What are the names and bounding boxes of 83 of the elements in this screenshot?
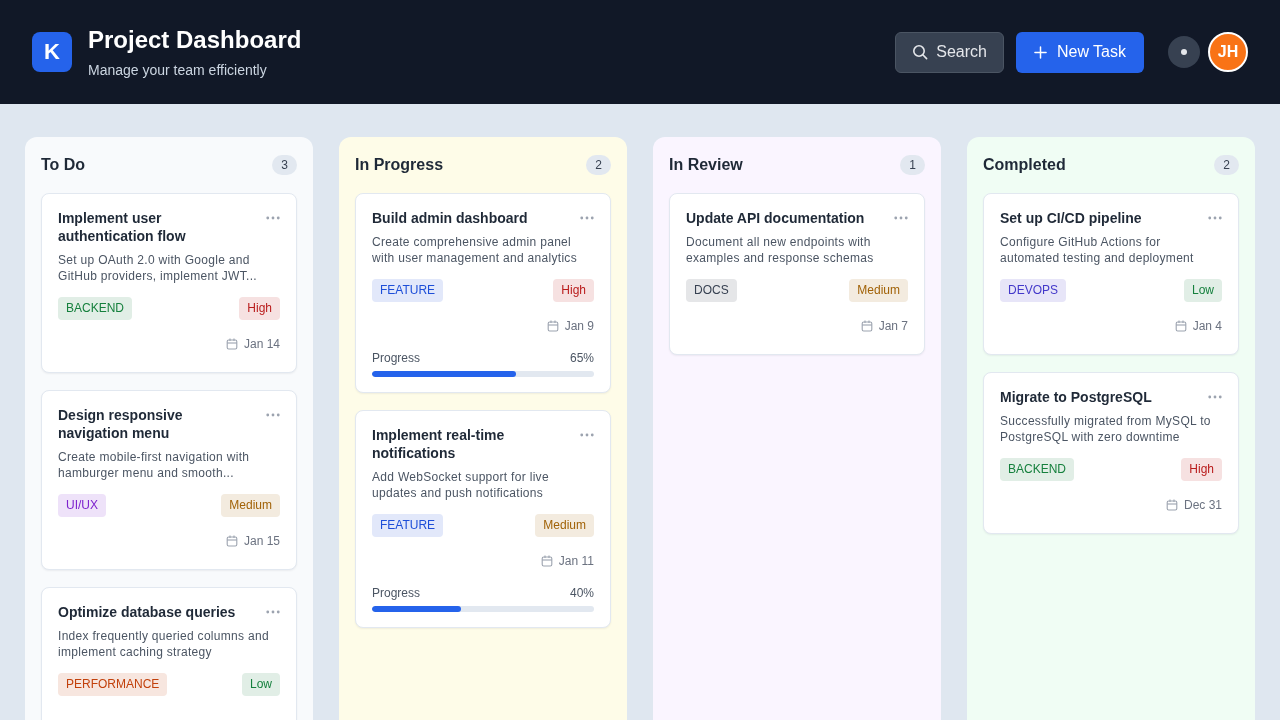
dot-icon xyxy=(1181,49,1187,55)
category-tag: DEVOPS xyxy=(1000,279,1066,302)
column-title: In Review xyxy=(669,156,743,174)
task-description: Add WebSocket support for live updates and push notifications xyxy=(372,469,550,501)
calendar-icon xyxy=(225,338,238,350)
priority-tag: Low xyxy=(1184,279,1222,302)
calendar-icon xyxy=(1174,320,1187,332)
more-icon[interactable] xyxy=(266,413,280,417)
search-button[interactable]: Search xyxy=(895,31,1004,73)
progress-label: Progress xyxy=(372,585,421,601)
calendar-icon xyxy=(546,320,559,332)
due-date: Jan 4 xyxy=(1192,318,1222,335)
priority-tag: Medium xyxy=(221,494,280,517)
task-title: Build admin dashboard xyxy=(372,209,529,227)
priority-tag: Medium xyxy=(535,514,594,537)
task-description: Create comprehensive admin panel with user management and analytics xyxy=(372,234,578,266)
task-description: Successfully migrated from MySQL to PostgreSQL with zero downtime xyxy=(1000,413,1212,445)
category-tag: UI/UX xyxy=(58,494,106,517)
category-tag: PERFORMANCE xyxy=(58,673,168,696)
task-description: Index frequently queried columns and implement caching strategy xyxy=(58,628,270,660)
search-icon xyxy=(912,44,929,60)
due-date: Jan 15 xyxy=(243,533,280,550)
priority-tag: High xyxy=(239,297,280,320)
category-tag: FEATURE xyxy=(372,279,444,302)
app-logo: K xyxy=(32,32,72,72)
task-title: Update API documentation xyxy=(686,209,866,227)
category-tag: FEATURE xyxy=(372,514,444,537)
calendar-icon xyxy=(225,535,238,547)
due-date: Jan 14 xyxy=(243,336,280,353)
category-tag: BACKEND xyxy=(58,297,132,320)
plus-icon xyxy=(1033,45,1047,59)
due-date: Jan 7 xyxy=(878,318,908,335)
progress-value: 40% xyxy=(569,585,594,601)
priority-tag: High xyxy=(1181,458,1222,481)
column-count: 1 xyxy=(900,155,925,175)
task-description: Document all new endpoints with examples and response schemas xyxy=(686,234,875,266)
more-icon[interactable] xyxy=(1208,395,1222,399)
priority-tag: Low xyxy=(242,673,280,696)
task-card[interactable]: Migrate to PostgreSQL Successfully migrated from MySQL to PostgreSQL with zero downtime BACKEND High Dec 31 xyxy=(983,372,1239,534)
task-card[interactable]: Implement user authentication flow Set up OAuth 2.0 with Google and GitHub providers, implement JWT... BACKEND High Jan 14 xyxy=(41,193,297,373)
task-card[interactable]: Update API documentation Document all new endpoints with examples and response schemas DOCS Medium Jan 7 xyxy=(669,193,925,355)
task-title: Implement real-time notifications xyxy=(372,426,506,462)
priority-tag: High xyxy=(553,279,594,302)
task-title: Optimize database queries xyxy=(58,603,237,621)
task-card[interactable]: Set up CI/CD pipeline Configure GitHub Actions for automated testing and deployment DEVOPS Low Jan 4 xyxy=(983,193,1239,355)
due-date: Dec 31 xyxy=(1183,497,1222,514)
more-icon[interactable] xyxy=(1208,216,1222,220)
progress-value: 65% xyxy=(569,350,594,366)
dashboard-title: Project Dashboard xyxy=(88,25,302,54)
task-description: Create mobile-first navigation with hamburger menu and smooth... xyxy=(58,449,251,481)
task-card[interactable]: Optimize database queries Index frequently queried columns and implement caching strategy PERFORMANCE Low xyxy=(41,587,297,720)
category-tag: BACKEND xyxy=(1000,458,1074,481)
more-icon[interactable] xyxy=(266,216,280,220)
task-title: Set up CI/CD pipeline xyxy=(1000,209,1143,227)
more-icon[interactable] xyxy=(580,216,594,220)
calendar-icon xyxy=(1165,499,1178,511)
progress-label: Progress xyxy=(372,350,421,366)
calendar-icon xyxy=(540,555,553,567)
task-title: Implement user authentication flow xyxy=(58,209,187,245)
task-card[interactable]: Design responsive navigation menu Create mobile-first navigation with hamburger menu and smooth... UI/UX Medium Jan 15 xyxy=(41,390,297,570)
calendar-icon xyxy=(860,320,873,332)
column-title: In Progress xyxy=(355,156,444,174)
task-description: Set up OAuth 2.0 with Google and GitHub providers, implement JWT... xyxy=(58,252,258,284)
category-tag: DOCS xyxy=(686,279,737,302)
column-count: 2 xyxy=(586,155,611,175)
dot-button[interactable] xyxy=(1168,36,1200,68)
task-card[interactable]: Build admin dashboard Create comprehensive admin panel with user management and analytics FEATURE High Jan 9 Progress 65% xyxy=(355,193,611,393)
column-count: 3 xyxy=(272,155,297,175)
new-task-button[interactable]: New Task xyxy=(1015,31,1144,73)
column-title: Completed xyxy=(983,156,1066,174)
task-title: Migrate to PostgreSQL xyxy=(1000,388,1153,406)
due-date: Jan 9 xyxy=(564,318,594,335)
more-icon[interactable] xyxy=(894,216,908,220)
task-title: Design responsive navigation menu xyxy=(58,406,184,442)
task-card[interactable]: Implement real-time notifications Add WebSocket support for live updates and push notifications FEATURE Medium Jan 11 Progress 40% xyxy=(355,410,611,628)
column-title: To Do xyxy=(41,156,86,174)
due-date: Jan 11 xyxy=(558,553,594,570)
more-icon[interactable] xyxy=(266,610,280,614)
column-count: 2 xyxy=(1214,155,1239,175)
task-description: Configure GitHub Actions for automated testing and deployment xyxy=(1000,234,1195,266)
dashboard-subtitle: Manage your team efficiently xyxy=(88,60,268,79)
priority-tag: Medium xyxy=(849,279,908,302)
more-icon[interactable] xyxy=(580,433,594,437)
